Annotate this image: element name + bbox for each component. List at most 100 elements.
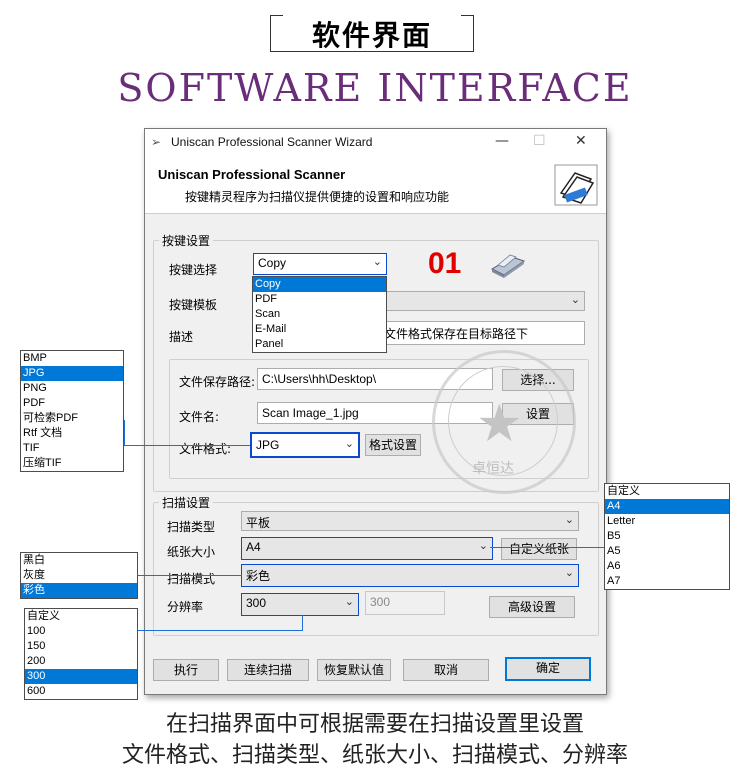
scanner-icon	[490, 251, 526, 279]
chevron-down-icon: ⌄	[564, 514, 574, 526]
caption-line-1: 在扫描界面中可根据需要在扫描设置里设置	[165, 712, 584, 737]
dropdown-option[interactable]: PDF	[253, 292, 386, 307]
resolution-custom-input[interactable]: 300	[365, 591, 445, 615]
dropdown-option[interactable]: 压缩TIF	[21, 456, 123, 471]
save-path-label: 文件保存路径:	[179, 375, 256, 389]
banner-cn-title: 软件界面	[311, 19, 432, 52]
scan-mode-value: 彩色	[246, 569, 271, 583]
custom-paper-button[interactable]: 自定义纸张	[501, 538, 577, 560]
scan-mode-combo[interactable]: 彩色 ⌄	[241, 564, 579, 587]
description-value: 文件格式保存在目标路径下	[384, 327, 529, 341]
chevron-down-icon: ⌄	[478, 540, 488, 552]
header-title: Uniscan Professional Scanner	[158, 167, 346, 182]
key-select-combo[interactable]: Copy ⌄	[253, 253, 387, 275]
restore-defaults-button[interactable]: 恢复默认值	[317, 659, 391, 681]
mode-connector-line	[138, 575, 242, 576]
dropdown-option[interactable]: A5	[605, 544, 729, 559]
dropdown-option[interactable]: 自定义	[25, 609, 137, 624]
dropdown-option[interactable]: 300	[25, 669, 137, 684]
continuous-scan-button[interactable]: 连续扫描	[227, 659, 309, 681]
dropdown-option[interactable]: 150	[25, 639, 137, 654]
scanner-documents-icon	[553, 163, 599, 207]
format-connector-vertical	[124, 420, 125, 446]
format-options-popup: BMP JPG PNG PDF 可检索PDF Rtf 文档 TIF 压缩TIF	[20, 350, 124, 472]
stamp-text: 卓恒达	[472, 461, 514, 477]
paper-options-popup: 自定义 A4 Letter B5 A5 A6 A7	[604, 483, 730, 590]
filename-value: Scan Image_1.jpg	[262, 406, 359, 420]
paper-connector-line	[490, 547, 604, 548]
dropdown-option[interactable]: Rtf 文档	[21, 426, 123, 441]
maximize-button[interactable]: ☐	[533, 133, 546, 149]
dropdown-option[interactable]: 200	[25, 654, 137, 669]
file-format-combo[interactable]: JPG ⌄	[250, 432, 360, 458]
save-path-value: C:\Users\hh\Desktop\	[262, 372, 377, 386]
dropdown-option[interactable]: 100	[25, 624, 137, 639]
chevron-down-icon: ⌄	[344, 596, 354, 608]
filename-label: 文件名:	[179, 410, 220, 424]
dropdown-option[interactable]: A7	[605, 574, 729, 589]
paper-size-label: 纸张大小	[167, 545, 216, 559]
scan-mode-label: 扫描模式	[167, 572, 216, 586]
resolution-value: 300	[246, 596, 267, 610]
ok-button[interactable]: 确定	[505, 657, 591, 681]
file-format-value: JPG	[256, 438, 280, 452]
key-select-label: 按键选择	[169, 263, 218, 277]
format-settings-button[interactable]: 格式设置	[365, 434, 421, 456]
dropdown-option[interactable]: 600	[25, 684, 137, 699]
dropdown-option[interactable]: 彩色	[21, 583, 137, 598]
paper-size-value: A4	[246, 540, 261, 554]
description-label: 描述	[169, 330, 194, 344]
dropdown-option[interactable]: Scan	[253, 307, 386, 322]
dropdown-option[interactable]: 自定义	[605, 484, 729, 499]
format-connector-line	[124, 445, 250, 446]
scan-settings-label: 扫描设置	[159, 494, 214, 511]
scan-type-combo[interactable]: 平板 ⌄	[241, 511, 579, 531]
dropdown-option[interactable]: TIF	[21, 441, 123, 456]
dropdown-option[interactable]: 灰度	[21, 568, 137, 583]
dropdown-option[interactable]: B5	[605, 529, 729, 544]
dropdown-option[interactable]: 黑白	[21, 553, 137, 568]
dropdown-option[interactable]: Panel	[253, 337, 386, 352]
title-bar: ➢ Uniscan Professional Scanner Wizard — …	[145, 129, 606, 157]
chevron-down-icon: ⌄	[570, 294, 580, 306]
paper-size-combo[interactable]: A4 ⌄	[241, 537, 493, 560]
key-template-label: 按键模板	[169, 298, 218, 312]
dropdown-option[interactable]: 可检索PDF	[21, 411, 123, 426]
window-title: Uniscan Professional Scanner Wizard	[171, 135, 373, 149]
file-format-label: 文件格式:	[179, 442, 232, 456]
chevron-down-icon: ⌄	[344, 438, 354, 450]
mode-options-popup: 黑白 灰度 彩色	[20, 552, 138, 599]
resolution-custom-value: 300	[370, 595, 391, 609]
dropdown-option[interactable]: E-Mail	[253, 322, 386, 337]
key-options-dropdown: Copy PDF Scan E-Mail Panel	[252, 276, 387, 353]
resolution-options-popup: 自定义 100 150 200 300 600	[24, 608, 138, 700]
resolution-connector-vertical	[302, 615, 303, 631]
dropdown-option[interactable]: JPG	[21, 366, 123, 381]
number-badge: 01	[428, 247, 462, 280]
key-settings-label: 按键设置	[159, 232, 214, 249]
resolution-label: 分辨率	[167, 600, 204, 614]
star-icon: ★	[476, 394, 523, 454]
advanced-settings-button[interactable]: 高级设置	[489, 596, 575, 618]
minimize-button[interactable]: —	[495, 133, 509, 149]
cancel-button[interactable]: 取消	[403, 659, 489, 681]
dropdown-option[interactable]: Letter	[605, 514, 729, 529]
scan-type-label: 扫描类型	[167, 520, 216, 534]
dropdown-option[interactable]: A4	[605, 499, 729, 514]
resolution-connector-line	[138, 630, 302, 631]
banner-en-title: SOFTWARE INTERFACE	[117, 66, 633, 110]
resolution-combo[interactable]: 300 ⌄	[241, 593, 359, 616]
dropdown-option[interactable]: A6	[605, 559, 729, 574]
key-select-value: Copy	[258, 256, 287, 270]
wizard-header: Uniscan Professional Scanner 按键精灵程序为扫描仪提…	[145, 157, 606, 214]
dropdown-option[interactable]: BMP	[21, 351, 123, 366]
run-button[interactable]: 执行	[153, 659, 219, 681]
dropdown-option[interactable]: PDF	[21, 396, 123, 411]
close-button[interactable]: ✕	[575, 133, 587, 149]
dropdown-option[interactable]: Copy	[253, 277, 386, 292]
caption-line-2: 文件格式、扫描类型、纸张大小、扫描模式、分辨率	[121, 743, 628, 768]
dropdown-option[interactable]: PNG	[21, 381, 123, 396]
chevron-down-icon: ⌄	[564, 567, 574, 579]
scan-type-value: 平板	[246, 516, 271, 530]
chevron-down-icon: ⌄	[372, 256, 382, 268]
